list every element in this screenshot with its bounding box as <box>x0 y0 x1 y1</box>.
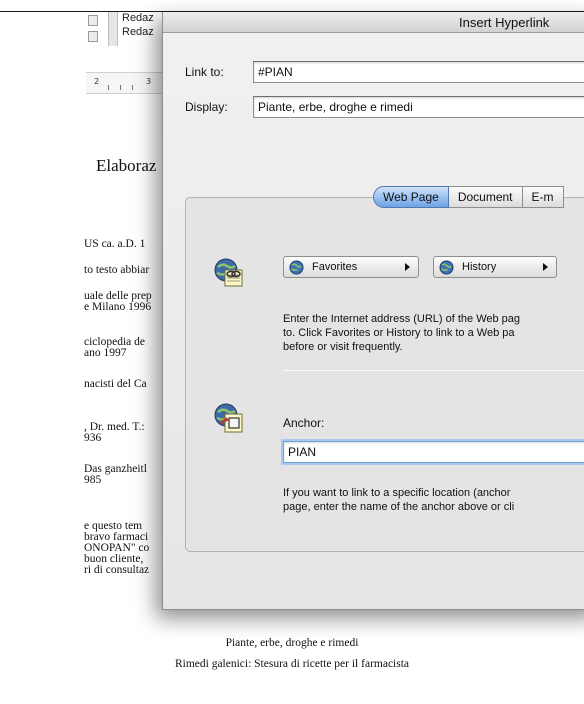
document-line: to testo abbiar <box>84 264 150 276</box>
history-label: History <box>462 261 497 273</box>
insert-hyperlink-dialog: Insert Hyperlink Link to: #PIAN Display:… <box>162 12 584 610</box>
tab-e-mail[interactable]: E-m <box>522 186 564 208</box>
anchor-help-line: page, enter the name of the anchor above… <box>283 501 515 513</box>
document-footer-line: Piante, erbe, droghe e rimedi <box>225 637 359 649</box>
web-page-help-line: Enter the Internet address (URL) of the … <box>283 313 521 325</box>
anchor-label: Anchor: <box>283 416 325 430</box>
history-button[interactable]: History <box>433 256 557 278</box>
document-line: ri di consultaz <box>84 564 150 576</box>
display-label: Display: <box>185 100 228 114</box>
globe-icon <box>289 260 304 274</box>
anchor-help-line: If you want to link to a specific locati… <box>283 487 511 499</box>
globe-icon <box>439 260 454 274</box>
display-field[interactable]: Piante, erbe, droghe e rimedi <box>253 96 584 118</box>
link-type-tabs: Web Page Document E-m <box>373 186 564 208</box>
ruler-number: 3 <box>146 77 152 86</box>
ruler-tick <box>108 85 109 90</box>
toolbar-separator <box>108 12 118 46</box>
document-line: US ca. a.D. 1 <box>84 238 146 250</box>
web-page-help-line: before or visit frequently. <box>283 341 403 353</box>
tab-document[interactable]: Document <box>448 186 523 208</box>
dialog-titlebar[interactable]: Insert Hyperlink <box>163 12 584 33</box>
document-footer-line: Rimedi galenici: Stesura di ricette per … <box>174 658 410 670</box>
triangle-right-icon <box>543 263 548 271</box>
tab-web-page[interactable]: Web Page <box>373 186 449 208</box>
favorites-label: Favorites <box>312 261 358 273</box>
section-divider <box>283 370 584 371</box>
web-page-help-line: to. Click Favorites or History to link t… <box>283 327 515 339</box>
style-list-item[interactable]: Redaz <box>122 12 154 24</box>
ruler-number: 2 <box>94 77 100 86</box>
document-line: ano 1997 <box>84 347 127 359</box>
link-to-label: Link to: <box>185 65 224 79</box>
web-page-link-icon <box>214 258 243 287</box>
style-icon[interactable] <box>88 31 98 42</box>
triangle-right-icon <box>405 263 410 271</box>
favorites-button[interactable]: Favorites <box>283 256 419 278</box>
document-heading: Elaboraz <box>96 156 157 175</box>
dialog-title: Insert Hyperlink <box>459 15 550 30</box>
anchor-field[interactable]: PIAN <box>283 441 584 463</box>
style-list-item[interactable]: Redaz <box>122 26 154 38</box>
style-icon[interactable] <box>88 15 98 26</box>
ruler-tick <box>132 85 133 90</box>
document-line: 936 <box>84 432 102 444</box>
document-line: e Milano 1996 <box>84 301 152 313</box>
anchor-link-icon <box>214 403 243 433</box>
document-line: 985 <box>84 474 102 486</box>
document-line: nacisti del Ca <box>84 378 147 390</box>
link-to-field[interactable]: #PIAN <box>253 61 584 83</box>
ruler-tick <box>120 85 121 90</box>
